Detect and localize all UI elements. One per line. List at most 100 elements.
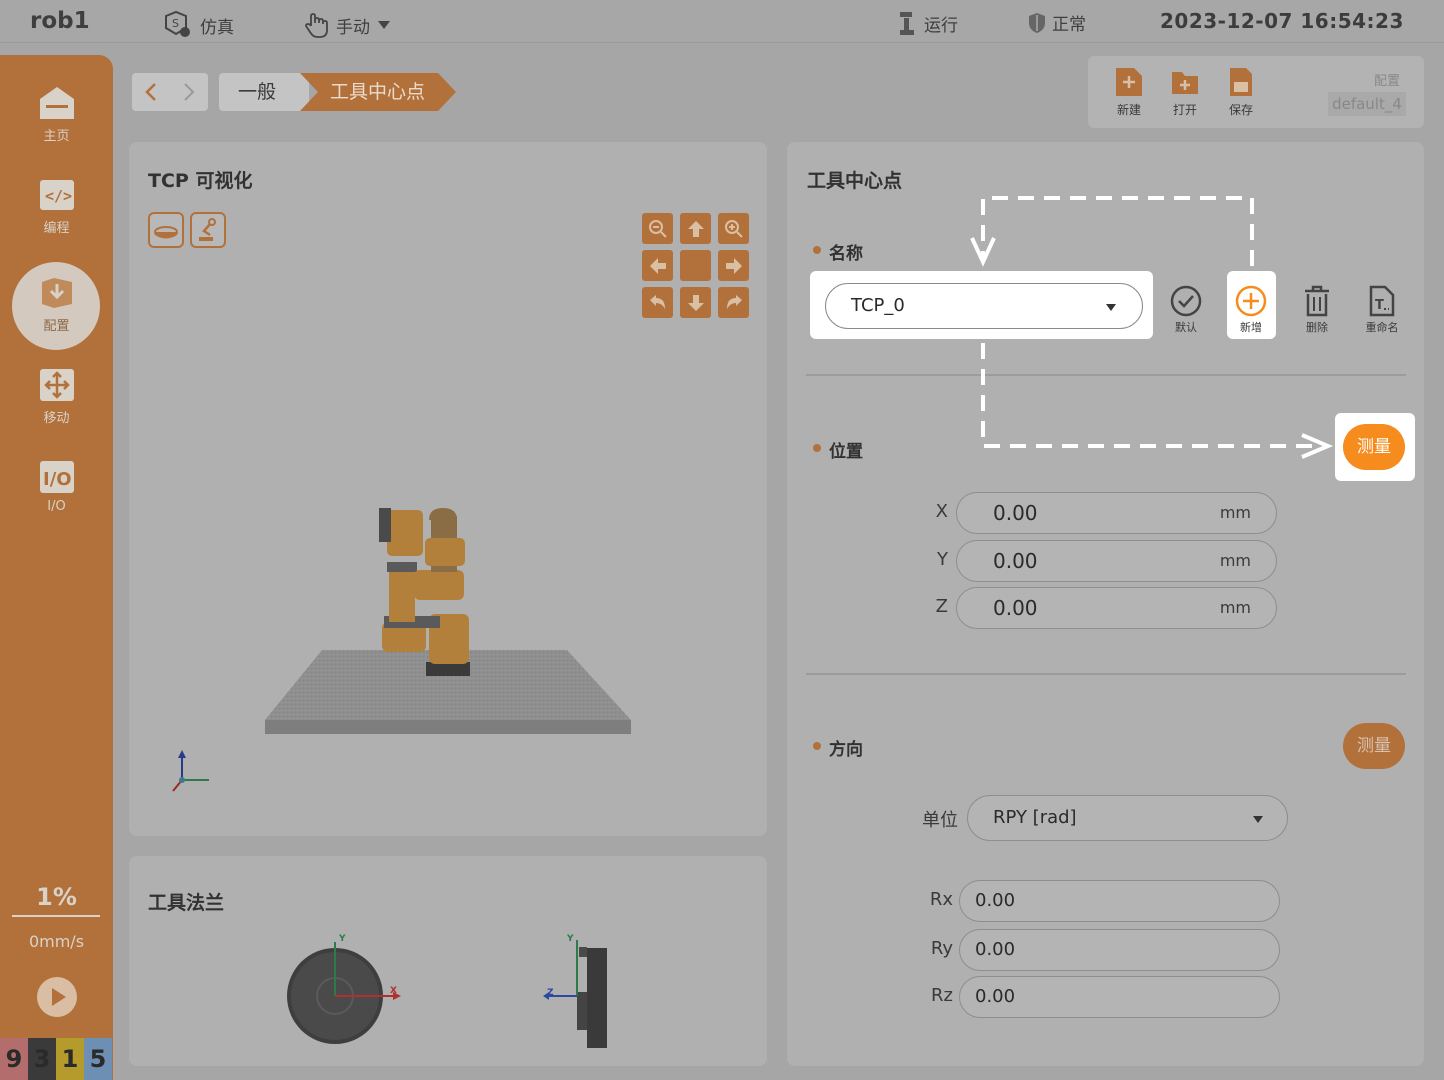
measure-position-button[interactable]: 测量 <box>1343 424 1405 470</box>
svg-text:T: T <box>1375 298 1384 313</box>
rename-icon: T <box>1369 285 1395 317</box>
check-circle-icon <box>1170 285 1202 317</box>
sim-label: 仿真 <box>200 17 234 38</box>
orientation-section-label: 方向 <box>829 740 863 760</box>
folder-icon <box>1172 72 1198 94</box>
status-digit: 1 <box>56 1038 84 1080</box>
position-z-label: Z <box>935 596 948 617</box>
config-name: default_4 <box>1328 92 1406 116</box>
breadcrumb-general[interactable]: 一般 <box>219 73 309 111</box>
sidebar-item-move[interactable]: 移动 <box>0 367 113 426</box>
code-icon: </> <box>39 180 74 210</box>
new-config-button[interactable]: 新建 <box>1106 64 1152 118</box>
breadcrumb-tcp[interactable]: 工具中心点 <box>300 73 456 111</box>
sidebar-item-config[interactable]: 配置 <box>0 275 113 334</box>
flange-front-y-label: Y <box>339 934 346 944</box>
tcp-name-value: TCP_0 <box>851 295 905 316</box>
top-bar: rob1 S 仿真 手动 运行 正常 2023-12-07 16:54:23 <box>0 0 1444 43</box>
run-status: 运行 <box>896 10 958 36</box>
sidebar-item-label: 配置 <box>43 319 70 334</box>
trash-icon <box>1305 285 1329 317</box>
add-tcp-button[interactable]: 新增 <box>1226 284 1276 335</box>
rename-tcp-button[interactable]: T 重命名 <box>1357 284 1407 335</box>
robot-3d-scene[interactable] <box>129 142 767 836</box>
tool-flange-panel: 工具法兰 Y X Y Z <box>129 856 767 1066</box>
sidebar-item-io[interactable]: I/O I/O <box>0 459 113 514</box>
history-nav <box>132 73 208 111</box>
play-button[interactable] <box>37 977 77 1017</box>
run-label: 运行 <box>924 15 958 36</box>
rz-field[interactable]: 0.00 <box>959 976 1280 1018</box>
chevron-down-icon <box>1253 816 1263 823</box>
speed-value: 0mm/s <box>28 932 85 951</box>
status-digit: 9 <box>0 1038 28 1080</box>
robot-name: rob1 <box>30 8 90 34</box>
position-z-field[interactable]: 0.00 mm <box>956 587 1277 629</box>
sidebar-item-label: 主页 <box>43 129 70 144</box>
mode-label: 手动 <box>336 17 370 38</box>
sidebar: 主页 </> 编程 配置 移动 I/O I/O 1% 0mm/s 9 3 1 5 <box>0 55 113 1080</box>
orientation-unit-select[interactable]: RPY [rad] <box>967 795 1288 841</box>
tool-flange-title: 工具法兰 <box>148 892 225 914</box>
sidebar-item-label: 移动 <box>43 411 70 426</box>
section-divider <box>806 673 1406 675</box>
delete-tcp-button[interactable]: 删除 <box>1292 284 1342 335</box>
position-section-dot <box>813 444 821 452</box>
ry-label: Ry <box>930 938 953 959</box>
sidebar-item-programming[interactable]: </> 编程 <box>0 177 113 236</box>
flange-side-z-label: Z <box>547 988 554 998</box>
sim-toggle[interactable]: S 仿真 <box>162 10 234 40</box>
datetime: 2023-12-07 16:54:23 <box>1160 9 1404 33</box>
sidebar-item-label: 编程 <box>43 221 70 236</box>
speed-divider <box>12 915 100 917</box>
set-default-button[interactable]: 默认 <box>1161 284 1211 335</box>
config-file-panel: 新建 打开 保存 配置 default_4 <box>1088 56 1424 128</box>
position-x-field[interactable]: 0.00 mm <box>956 492 1277 534</box>
chevron-left-icon <box>145 83 156 101</box>
plus-circle-icon <box>1235 285 1267 317</box>
mode-dropdown[interactable]: 手动 <box>302 10 394 40</box>
svg-text:S: S <box>172 17 179 30</box>
safety-status: 正常 <box>1026 10 1086 35</box>
rx-label: Rx <box>929 889 953 910</box>
new-file-icon <box>1116 68 1142 96</box>
flange-side-y-label: Y <box>567 934 574 944</box>
position-y-field[interactable]: 0.00 mm <box>956 540 1277 582</box>
chevron-down-icon <box>1106 304 1116 311</box>
name-section-dot <box>813 246 821 254</box>
tcp-visual-panel: TCP 可视化 <box>129 142 767 836</box>
sidebar-item-home[interactable]: 主页 <box>0 85 113 144</box>
position-section-label: 位置 <box>829 442 863 462</box>
position-y-label: Y <box>937 549 948 570</box>
tcp-name-select[interactable]: TCP_0 <box>825 283 1143 329</box>
rx-field[interactable]: 0.00 <box>959 880 1280 922</box>
config-icon <box>41 278 72 308</box>
status-digit: 3 <box>28 1038 56 1080</box>
ry-field[interactable]: 0.00 <box>959 929 1280 971</box>
orientation-section-dot <box>813 742 821 750</box>
position-x-label: X <box>935 501 948 522</box>
speed-percent[interactable]: 1% <box>0 883 113 911</box>
robot-arm-icon <box>900 12 914 35</box>
home-icon <box>39 87 74 119</box>
back-button[interactable] <box>132 73 170 111</box>
measure-orientation-button[interactable]: 测量 <box>1343 723 1405 769</box>
flange-front-x-label: X <box>390 986 397 996</box>
open-config-button[interactable]: 打开 <box>1162 64 1208 118</box>
svg-text:I/O: I/O <box>43 469 72 490</box>
status-label: 正常 <box>1052 15 1086 35</box>
save-config-button[interactable]: 保存 <box>1218 64 1264 118</box>
save-icon <box>1230 68 1252 96</box>
simulation-icon: S <box>165 10 190 37</box>
status-digit: 5 <box>84 1038 112 1080</box>
chevron-right-icon <box>184 83 195 101</box>
forward-button[interactable] <box>170 73 208 111</box>
name-section-label: 名称 <box>829 244 863 264</box>
tcp-form-title: 工具中心点 <box>807 170 903 192</box>
sidebar-item-label: I/O <box>47 499 66 514</box>
io-icon: I/O <box>39 461 74 493</box>
hand-icon <box>305 13 328 38</box>
svg-text:</>: </> <box>45 187 72 205</box>
rz-label: Rz <box>931 985 953 1006</box>
config-label: 配置 <box>1374 74 1401 89</box>
